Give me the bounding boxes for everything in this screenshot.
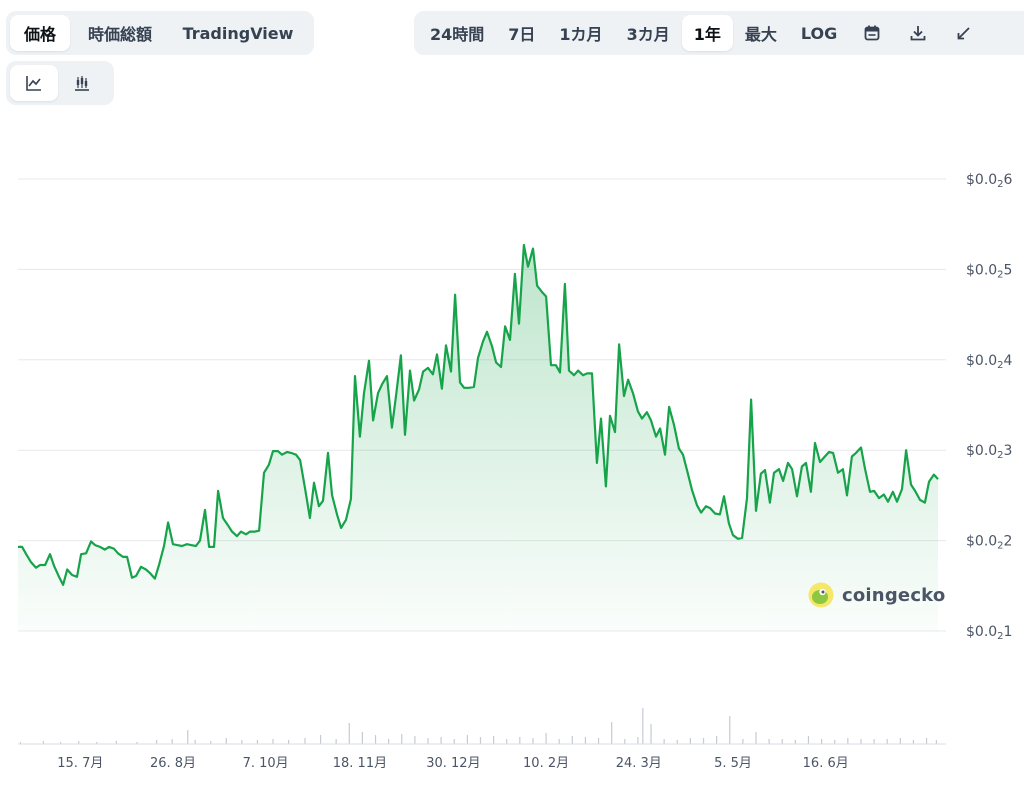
volume-bar-48	[702, 738, 705, 744]
volume-bar-35	[545, 733, 547, 744]
volume-bar-21	[361, 732, 363, 744]
volume-bar-64	[912, 740, 915, 744]
y-tick-label-1: $0.025	[966, 262, 1012, 280]
volume-bar-54	[781, 739, 783, 744]
volume-bar-24	[401, 734, 403, 744]
volume-bar-41	[624, 739, 626, 744]
volume-bar-66	[935, 740, 937, 744]
volume-bar-15	[272, 739, 274, 744]
volume-bar-27	[440, 737, 442, 744]
volume-bar-65	[925, 738, 928, 744]
y-tick-label-4: $0.022	[966, 534, 1012, 552]
x-axis-labels: 15. 7月 26. 8月 7. 10月 18. 11月 30. 12月 10. 2月 24…	[57, 756, 848, 771]
volume-bar-42	[637, 737, 639, 744]
volume-bar-55	[794, 740, 796, 744]
x-tick-label-6: 24. 3月	[616, 756, 662, 771]
volume-bar-17	[304, 738, 306, 744]
price-chart: $0.026 $0.025 $0.024 $0.023 $0.022 $0.021 15.…	[18, 172, 1013, 771]
volume-bar-32	[506, 739, 508, 744]
volume-bar-8	[171, 739, 173, 744]
watermark-text: coingecko	[842, 584, 946, 606]
volume-bar-34	[532, 738, 534, 744]
volume-bar-50	[729, 716, 731, 744]
volume-bar-29	[466, 735, 468, 744]
volume-bar-22	[374, 735, 377, 744]
volume-bar-38	[584, 737, 587, 744]
volume-bar-45	[663, 739, 665, 744]
volume-bar-13	[241, 740, 243, 744]
volume-bar-19	[335, 739, 337, 744]
volume-bar-43	[642, 708, 644, 744]
volume-bar-12	[225, 738, 227, 744]
x-tick-label-7: 5. 5月	[714, 756, 752, 771]
volume-bar-10	[194, 740, 196, 744]
volume-bar-40	[611, 722, 613, 744]
volume-bar-53	[768, 739, 770, 744]
volume-bar-49	[716, 736, 718, 744]
volume-bar-7	[155, 740, 158, 744]
volume-bar-44	[650, 724, 652, 744]
volume-bar-60	[860, 739, 862, 744]
volume-bar-30	[479, 737, 482, 744]
y-tick-label-2: $0.024	[966, 353, 1013, 371]
volume-bar-56	[807, 736, 810, 744]
volume-bar-52	[755, 732, 757, 744]
y-tick-label-0: $0.026	[966, 172, 1013, 190]
volume-bar-26	[427, 738, 429, 744]
volume-bar-25	[414, 736, 416, 744]
volume-bar-51	[742, 739, 744, 744]
y-tick-label-3: $0.023	[966, 443, 1012, 461]
volume-bar-31	[493, 736, 495, 744]
x-tick-label-1: 26. 8月	[150, 756, 196, 771]
x-tick-label-8: 16. 6月	[803, 756, 849, 771]
volume-bar-20	[348, 723, 350, 744]
volume-bar-33	[519, 737, 521, 744]
volume-bar-57	[821, 739, 823, 744]
x-tick-label-3: 18. 11月	[333, 756, 387, 771]
x-tick-label-2: 7. 10月	[243, 756, 289, 771]
volume-bar-16	[288, 740, 290, 744]
volume-bar-46	[676, 740, 678, 744]
volume-bar-59	[847, 738, 849, 744]
volume-bar-63	[899, 738, 901, 744]
x-tick-label-4: 30. 12月	[426, 756, 480, 771]
coingecko-watermark: coingecko	[808, 582, 945, 608]
volume-bar-61	[873, 739, 875, 744]
volume-bar-58	[834, 740, 836, 744]
volume-bar-28	[453, 739, 455, 744]
volume-bar-18	[319, 735, 322, 744]
volume-bar-62	[886, 739, 888, 744]
volume-bar-9	[187, 730, 189, 744]
volume-bar-47	[689, 738, 691, 744]
volume-bar-36	[558, 739, 560, 744]
volume-bar-14	[256, 740, 259, 744]
coingecko-logo-icon	[808, 582, 834, 608]
x-tick-label-0: 15. 7月	[57, 756, 103, 771]
volume-bar-39	[597, 738, 600, 744]
x-tick-label-5: 10. 2月	[523, 756, 569, 771]
volume-bars	[19, 708, 937, 744]
volume-bar-37	[571, 736, 573, 744]
volume-bar-23	[388, 739, 390, 744]
y-tick-label-5: $0.021	[966, 624, 1012, 642]
y-axis-labels: $0.026 $0.025 $0.024 $0.023 $0.022 $0.021	[966, 172, 1013, 642]
